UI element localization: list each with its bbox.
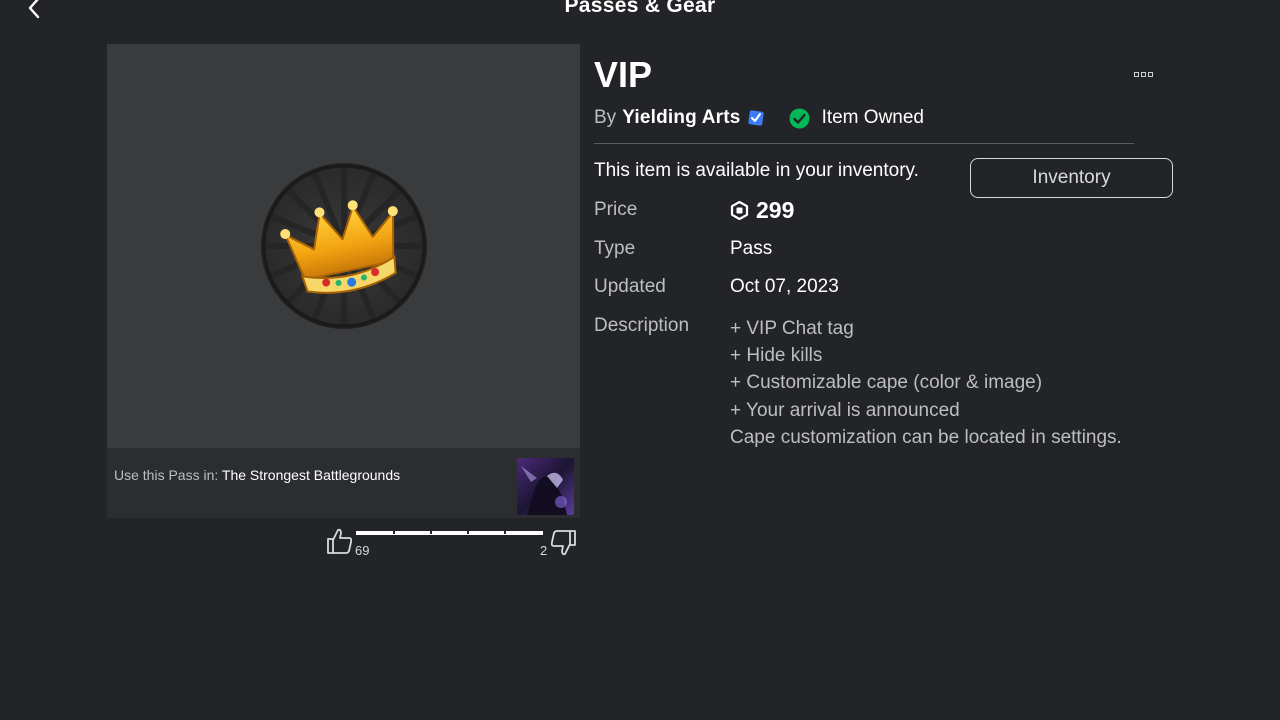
upvote-count: 69 <box>355 543 370 558</box>
robux-icon <box>730 201 749 220</box>
thumbs-up-icon <box>327 528 353 554</box>
inventory-button[interactable]: Inventory <box>970 158 1173 198</box>
creator-row: By Yielding Arts Item Owned <box>594 107 924 129</box>
item-title: VIP <box>594 54 653 95</box>
description-text: + VIP Chat tag + Hide kills + Customizab… <box>730 315 1122 451</box>
thumbs-down-icon <box>550 530 576 556</box>
vote-ratio-bar <box>356 531 543 535</box>
description-line: Cape customization can be located in set… <box>730 426 1122 448</box>
vote-bar-tick <box>430 531 432 534</box>
downvote-count: 2 <box>540 543 548 558</box>
more-options-button[interactable] <box>1131 68 1155 80</box>
price-value-wrap: 299 <box>730 197 794 224</box>
description-line: + Customizable cape (color & image) <box>730 372 1043 394</box>
description-line: + VIP Chat tag <box>730 318 854 339</box>
updated-label: Updated <box>594 276 666 297</box>
more-dot-icon <box>1133 71 1139 77</box>
owned-status: Item Owned <box>821 107 924 128</box>
verified-badge-icon <box>747 110 764 126</box>
vote-bar-tick <box>393 531 395 534</box>
more-dot-icon <box>1140 71 1146 77</box>
description-label: Description <box>594 315 690 336</box>
divider <box>594 143 1134 144</box>
price-value: 299 <box>756 197 795 223</box>
item-details-page: Passes & Gear Use this Pass in: The Stro… <box>0 0 1280 720</box>
upvote-button[interactable] <box>326 527 353 555</box>
use-in-experience-bar[interactable]: Use this Pass in: The Strongest Battlegr… <box>107 448 580 518</box>
type-value: Pass <box>730 238 773 259</box>
description-line: + Hide kills <box>730 345 823 367</box>
game-thumbnail[interactable] <box>517 458 574 515</box>
downvote-button[interactable] <box>550 529 577 557</box>
page-title: Passes & Gear <box>564 0 716 17</box>
item-thumbnail-panel: Use this Pass in: The Strongest Battlegr… <box>107 44 580 518</box>
availability-text: This item is available in your inventory… <box>594 160 919 181</box>
vote-bar-tick <box>504 531 506 534</box>
more-dot-icon <box>1147 71 1153 77</box>
use-in-text: Use this Pass in: The Strongest Battlegr… <box>114 467 400 483</box>
type-label: Type <box>594 238 636 259</box>
description-line: + Your arrival is announced <box>730 399 960 421</box>
price-label: Price <box>594 199 638 220</box>
crown-icon <box>260 163 427 329</box>
vote-section: 69 2 <box>326 527 578 559</box>
updated-value: Oct 07, 2023 <box>730 276 839 297</box>
check-circle-icon <box>789 108 810 128</box>
use-in-label: Use this Pass in: <box>114 467 219 483</box>
by-label: By <box>594 107 617 128</box>
creator-link[interactable]: Yielding Arts <box>622 107 740 129</box>
item-thumbnail <box>107 44 580 448</box>
game-thumbnail-image <box>517 458 574 515</box>
game-link[interactable]: The Strongest Battlegrounds <box>222 467 400 483</box>
vote-bar-tick <box>467 531 469 534</box>
